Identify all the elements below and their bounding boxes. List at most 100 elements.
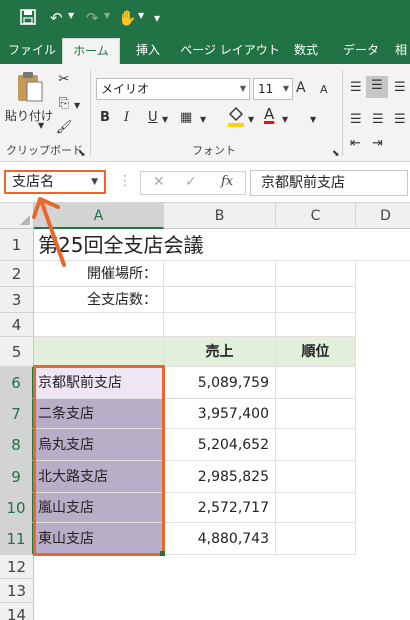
redo-icon[interactable]: ↷ xyxy=(86,9,99,27)
grow-font-icon[interactable]: A xyxy=(296,78,306,98)
cell-a11-branch[interactable]: 東山支店 xyxy=(34,523,164,555)
column-header-b[interactable]: B xyxy=(164,203,276,229)
row-header-4[interactable]: 4 xyxy=(0,313,34,337)
cell-b4[interactable] xyxy=(164,313,276,337)
cell-b3[interactable] xyxy=(164,287,276,313)
cell-c10-rank[interactable] xyxy=(276,493,356,523)
phonetic-dropdown-icon[interactable]: ▼ xyxy=(310,110,316,130)
borders-icon[interactable]: ▦ xyxy=(180,108,192,128)
clipboard-launcher-icon[interactable]: ⬊ xyxy=(78,144,86,164)
shrink-font-icon[interactable]: A xyxy=(320,80,328,100)
tab-home[interactable]: ホーム xyxy=(62,38,120,64)
cell-a5-header[interactable] xyxy=(34,337,164,367)
fill-color-dropdown-icon[interactable]: ▼ xyxy=(248,110,254,130)
cancel-icon[interactable]: ✕ xyxy=(153,174,165,190)
font-size-dropdown-icon[interactable]: ▼ xyxy=(283,79,289,99)
cell-a8-branch[interactable]: 烏丸支店 xyxy=(34,429,164,461)
cell-b5-sales-header[interactable]: 売上 xyxy=(164,337,276,367)
row-header-6[interactable]: 6 xyxy=(0,367,34,399)
font-launcher-icon[interactable]: ⬊ xyxy=(332,144,340,164)
borders-dropdown-icon[interactable]: ▼ xyxy=(200,110,206,130)
undo-icon[interactable]: ↶ xyxy=(50,9,63,27)
italic-button[interactable]: I xyxy=(124,108,129,128)
cell-b9-sales[interactable]: 2,985,825 xyxy=(164,461,276,493)
save-icon[interactable] xyxy=(20,9,36,29)
insert-function-icon[interactable]: fx xyxy=(221,174,233,189)
cell-c11-rank[interactable] xyxy=(276,523,356,555)
copy-dropdown-icon[interactable]: ▼ xyxy=(74,96,80,116)
row-header-2[interactable]: 2 xyxy=(0,261,34,287)
cell-b2[interactable] xyxy=(164,261,276,287)
row-header-13[interactable]: 13 xyxy=(0,579,34,603)
tab-review[interactable]: 相 xyxy=(392,36,410,64)
name-box-dropdown-icon[interactable]: ▼ xyxy=(91,172,98,192)
row-header-14[interactable]: 14 xyxy=(0,603,34,620)
cell-a10-branch[interactable]: 嵐山支店 xyxy=(34,493,164,523)
touch-mode-icon[interactable]: ✋ xyxy=(118,9,137,27)
column-header-c[interactable]: C xyxy=(276,203,356,229)
cell-c8-rank[interactable] xyxy=(276,429,356,461)
cell-b7-sales[interactable]: 3,957,400 xyxy=(164,399,276,429)
cell-a6-branch[interactable]: 京都駅前支店 xyxy=(34,367,164,399)
tab-file[interactable]: ファイル xyxy=(4,36,60,64)
cell-a3-branch-count-label[interactable]: 全支店数： xyxy=(34,287,164,313)
redo-dropdown-icon[interactable]: ▼ xyxy=(104,11,110,20)
customize-qat-icon[interactable]: ▾ xyxy=(154,9,160,27)
paste-dropdown-icon[interactable]: ▼ xyxy=(38,116,44,136)
cell-c7-rank[interactable] xyxy=(276,399,356,429)
bold-button[interactable]: B xyxy=(100,108,110,128)
cell-a7-branch[interactable]: 二条支店 xyxy=(34,399,164,429)
font-name-select[interactable]: メイリオ ▼ xyxy=(96,78,250,100)
align-center-icon[interactable]: ☰ xyxy=(372,110,384,130)
row-header-7[interactable]: 7 xyxy=(0,399,34,429)
cell-c6-rank[interactable] xyxy=(276,367,356,399)
cell-c9-rank[interactable] xyxy=(276,461,356,493)
cell-a9-branch[interactable]: 北大路支店 xyxy=(34,461,164,493)
row-header-5[interactable]: 5 xyxy=(0,337,34,367)
fill-color-icon[interactable] xyxy=(226,106,246,135)
align-top-icon[interactable]: ☰ xyxy=(350,78,362,98)
format-painter-icon[interactable]: 🖌 xyxy=(54,118,74,138)
cell-b6-sales[interactable]: 5,089,759 xyxy=(164,367,276,399)
cut-icon[interactable]: ✂ xyxy=(54,70,74,90)
font-name-dropdown-icon[interactable]: ▼ xyxy=(240,79,246,99)
enter-icon[interactable]: ✓ xyxy=(185,174,197,190)
align-left-icon[interactable]: ☰ xyxy=(350,110,362,130)
cell-c5-rank-header[interactable]: 順位 xyxy=(276,337,356,367)
tab-formulas[interactable]: 数式 xyxy=(286,36,326,64)
column-header-d[interactable]: D xyxy=(356,203,410,229)
row-header-3[interactable]: 3 xyxy=(0,287,34,313)
copy-icon[interactable]: ⎘ xyxy=(54,94,74,114)
font-color-icon[interactable]: A xyxy=(264,104,274,124)
tab-page-layout[interactable]: ページ レイアウト xyxy=(180,36,280,64)
underline-button[interactable]: U xyxy=(148,108,158,128)
tab-insert[interactable]: 挿入 xyxy=(126,36,170,64)
cell-b10-sales[interactable]: 2,572,717 xyxy=(164,493,276,523)
increase-indent-icon[interactable]: ⇥ xyxy=(372,134,383,154)
cell-c4[interactable] xyxy=(276,313,356,337)
cell-c2[interactable] xyxy=(276,261,356,287)
paste-icon[interactable] xyxy=(10,70,50,106)
align-bottom-icon[interactable]: ☰ xyxy=(394,78,406,98)
select-all-button[interactable] xyxy=(0,203,34,229)
cell-b11-sales[interactable]: 4,880,743 xyxy=(164,523,276,555)
font-color-dropdown-icon[interactable]: ▼ xyxy=(282,110,288,130)
touch-dropdown-icon[interactable]: ▼ xyxy=(138,11,144,20)
font-size-select[interactable]: 11 ▼ xyxy=(253,78,293,100)
cell-b8-sales[interactable]: 5,204,652 xyxy=(164,429,276,461)
formula-input[interactable]: 京都駅前支店 xyxy=(250,170,408,196)
align-right-icon[interactable]: ☰ xyxy=(394,110,406,130)
decrease-indent-icon[interactable]: ⇤ xyxy=(350,134,361,154)
row-header-12[interactable]: 12 xyxy=(0,555,34,579)
cell-a1-title[interactable]: 第25回全支店会議 xyxy=(34,229,410,261)
paste-button[interactable]: 貼り付け xyxy=(4,106,54,126)
row-header-10[interactable]: 10 xyxy=(0,493,34,523)
row-header-9[interactable]: 9 xyxy=(0,461,34,493)
undo-dropdown-icon[interactable]: ▼ xyxy=(68,11,74,20)
row-header-8[interactable]: 8 xyxy=(0,429,34,461)
fill-handle[interactable] xyxy=(160,551,165,556)
cell-c3[interactable] xyxy=(276,287,356,313)
cell-a4[interactable] xyxy=(34,313,164,337)
row-header-1[interactable]: 1 xyxy=(0,229,34,261)
row-header-11[interactable]: 11 xyxy=(0,523,34,555)
